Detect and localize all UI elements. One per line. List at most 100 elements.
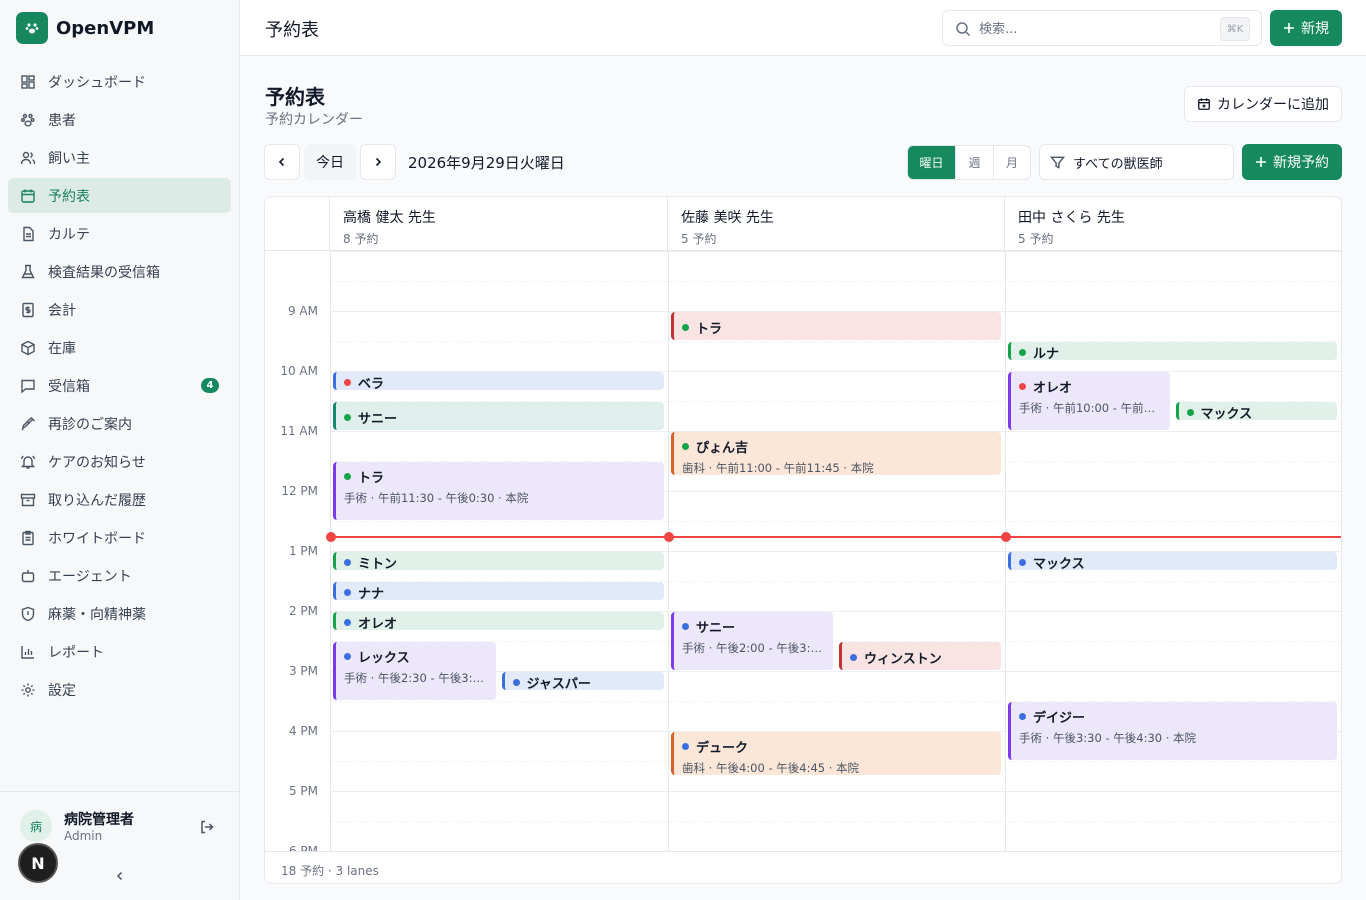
appointment-card[interactable]: レックス手術 · 午後2:30 - 午後3:30 · 本院 [333, 642, 496, 700]
appointment-card[interactable]: サニー手術 · 午後2:00 - 午後3:00 · 本院 [671, 612, 833, 670]
sidebar-item-label: ケアのお知らせ [48, 454, 146, 471]
search-box[interactable]: ⌘K [942, 10, 1262, 46]
logout-button[interactable] [197, 817, 217, 837]
sidebar-item-settings[interactable]: 設定 [8, 672, 231, 707]
appointment-card[interactable]: オレオ [333, 612, 664, 630]
status-dot-icon [344, 379, 351, 386]
next-day-button[interactable] [360, 144, 396, 180]
dev-tools-badge[interactable]: N [18, 843, 58, 883]
sidebar-item-whiteboard[interactable]: ホワイトボード [8, 520, 231, 555]
status-dot-icon [1019, 713, 1026, 720]
appointment-card[interactable]: ミトン [333, 552, 664, 570]
search-input[interactable] [979, 19, 1209, 39]
new-appointment-label: 新規予約 [1273, 155, 1329, 171]
appointment-detail: 手術 · 午後2:00 - 午後3:00 · 本院 [682, 641, 825, 655]
sidebar-item-label: ホワイトボード [48, 530, 146, 547]
vet-column-header[interactable]: 田中 さくら 先生 5 予約 [1005, 197, 1341, 251]
appointment-card[interactable]: デイジー 手術 · 午後3:30 - 午後4:30 · 本院 [1008, 702, 1337, 760]
status-dot-icon [344, 473, 351, 480]
appointment-card[interactable]: オレオ手術 · 午前10:00 - 午前11:00 · 本院 [1008, 372, 1170, 430]
sidebar-item-recalls[interactable]: 再診のご案内 [8, 406, 231, 441]
status-dot-icon [512, 679, 520, 686]
time-label: 10 AM [280, 364, 318, 378]
appointment-card[interactable]: ルナ [1008, 342, 1337, 360]
view-day-option[interactable]: 曜日 [908, 146, 956, 179]
today-button[interactable]: 今日 [304, 144, 356, 180]
sidebar-item-label: 受信箱 [48, 378, 90, 395]
status-dot-icon [682, 623, 689, 630]
collapse-sidebar-button[interactable] [112, 868, 128, 884]
appointment-card[interactable]: デューク 歯科 · 午後4:00 - 午後4:45 · 本院 [671, 732, 1001, 775]
new-appointment-button[interactable]: 新規予約 [1242, 144, 1342, 180]
sidebar-item-inventory[interactable]: 在庫 [8, 330, 231, 365]
appointment-patient-name: マックス [1033, 557, 1085, 570]
sidebar-item-controlled-drugs[interactable]: 麻薬・向精神薬 [8, 596, 231, 631]
appointment-card[interactable]: トラ 手術 · 午前11:30 - 午後0:30 · 本院 [333, 462, 664, 520]
appointment-card[interactable]: ベラ [333, 372, 664, 390]
vet-name: 佐藤 美咲 先生 [681, 210, 774, 226]
appointment-title-row: デューク [682, 737, 993, 756]
appointment-patient-name: ミトン [358, 557, 398, 570]
users-icon [20, 150, 36, 166]
appointment-patient-name: ナナ [358, 587, 385, 600]
vet-filter-select[interactable]: すべての獣医師 [1039, 144, 1234, 180]
file-text-icon [20, 226, 36, 242]
calendar-grid[interactable]: 9 AM 10 AM 11 AM 12 PM 1 PM 2 PM 3 PM 4 PM 5 PM 6… [265, 251, 1341, 851]
sidebar-item-agent[interactable]: エージェント [8, 558, 231, 593]
calendar-header: 高橋 健太 先生 8 予約 佐藤 美咲 先生 5 予約 田中 さくら 先生 5 … [265, 197, 1341, 251]
appointment-detail: 手術 · 午前11:30 - 午後0:30 · 本院 [344, 491, 529, 505]
appointment-card[interactable]: サニー [333, 402, 664, 430]
vet-column-header[interactable]: 高橋 健太 先生 8 予約 [330, 197, 668, 251]
appointment-card[interactable]: マックス [1175, 402, 1337, 420]
flask-icon [20, 264, 36, 280]
sidebar-item-billing[interactable]: 会計 [8, 292, 231, 327]
gear-icon [20, 682, 36, 698]
appointment-card[interactable]: ナナ [333, 582, 664, 600]
appointment-card[interactable]: ウィンストン [839, 642, 1001, 670]
sidebar-item-lab-inbox[interactable]: 検査結果の受信箱 [8, 254, 231, 289]
appointment-card[interactable]: ぴょん吉 歯科 · 午前11:00 - 午前11:45 · 本院 [671, 432, 1001, 475]
avatar[interactable]: 病 [20, 810, 52, 842]
sidebar-item-patients[interactable]: 患者 [8, 102, 231, 137]
sidebar-item-care-notices[interactable]: ケアのお知らせ [8, 444, 231, 479]
appointment-title-row: サニー [344, 408, 656, 427]
sidebar-item-records[interactable]: カルテ [8, 216, 231, 251]
appointment-title-row: マックス [1186, 403, 1330, 420]
new-button-label: 新規 [1301, 21, 1329, 37]
sidebar-item-inbox[interactable]: 受信箱 4 [8, 368, 231, 403]
paw-logo-icon [16, 12, 48, 44]
appointment-card[interactable]: トラ [671, 312, 1001, 340]
plus-icon [1284, 23, 1294, 33]
appointment-patient-name: デイジー [1033, 711, 1086, 726]
sidebar-item-imported-history[interactable]: 取り込んだ履歴 [8, 482, 231, 517]
chevron-left-icon [116, 871, 123, 881]
calendar-icon [20, 188, 36, 204]
appointment-card[interactable]: ジャスパー [501, 672, 664, 690]
bell-ring-icon [20, 454, 36, 470]
hour-gridline [330, 251, 1341, 252]
vet-name: 田中 さくら 先生 [1018, 210, 1125, 226]
view-month-option[interactable]: 月 [994, 146, 1030, 179]
sidebar-item-schedule[interactable]: 予約表 [8, 178, 231, 213]
view-toggle: 曜日 週 月 [907, 145, 1031, 180]
sidebar-item-label: ダッシュボード [48, 74, 146, 91]
sidebar-item-label: 患者 [48, 112, 76, 129]
paw-icon [20, 112, 36, 128]
sidebar-item-dashboard[interactable]: ダッシュボード [8, 64, 231, 99]
view-week-option[interactable]: 週 [956, 146, 994, 179]
archive-icon [20, 492, 36, 508]
sidebar-item-reports[interactable]: レポート [8, 634, 231, 669]
appointment-card[interactable]: マックス [1008, 552, 1337, 570]
new-button[interactable]: 新規 [1270, 10, 1342, 46]
add-to-calendar-button[interactable]: カレンダーに追加 [1184, 86, 1342, 122]
time-label: 4 PM [288, 724, 318, 738]
app-root: OpenVPM ダッシュボード 患者 飼い主 予約表 カルテ 検査結果の受信箱 … [0, 0, 1366, 900]
bot-icon [20, 568, 36, 584]
time-label: 5 PM [288, 784, 318, 798]
sidebar-item-owners[interactable]: 飼い主 [8, 140, 231, 175]
vet-column-header[interactable]: 佐藤 美咲 先生 5 予約 [668, 197, 1005, 251]
status-dot-icon [1019, 383, 1026, 390]
prev-day-button[interactable] [264, 144, 300, 180]
status-dot-icon [682, 743, 689, 750]
brand[interactable]: OpenVPM [16, 12, 154, 44]
